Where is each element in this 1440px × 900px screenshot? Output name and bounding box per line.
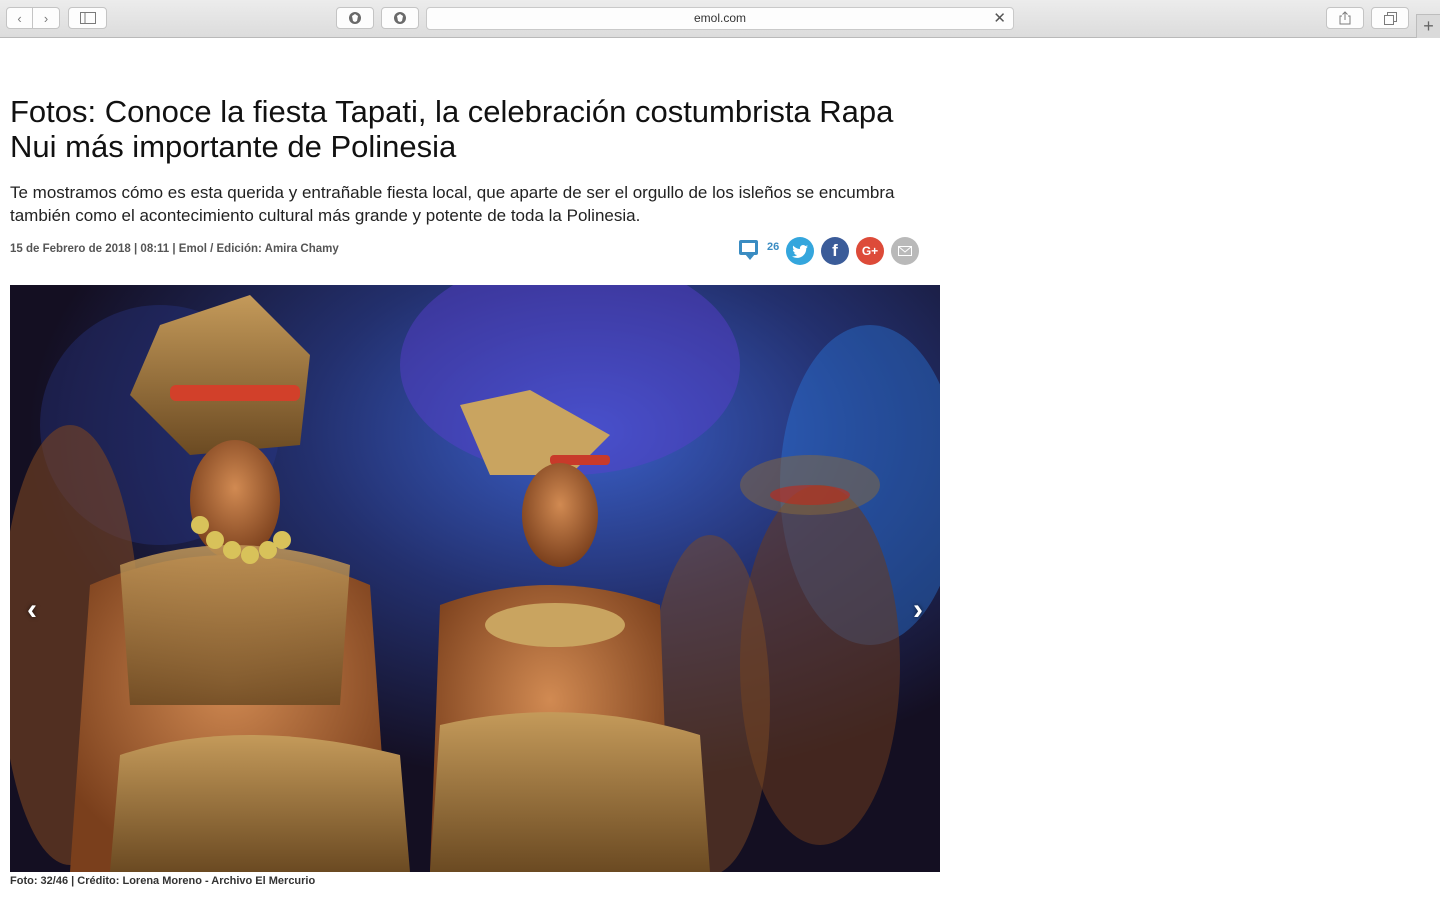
browser-toolbar: ‹ › emol.com ✕ +: [0, 0, 1440, 38]
gallery-prev-button[interactable]: ‹: [12, 590, 52, 630]
chevron-right-icon: ›: [913, 593, 923, 626]
forward-icon: ›: [43, 10, 49, 26]
comment-count: 26: [767, 241, 780, 253]
comment-icon-tail: [745, 254, 755, 260]
tabs-overview-button[interactable]: [1371, 7, 1409, 29]
facebook-share-button[interactable]: f: [821, 237, 849, 265]
article-lead: Te mostramos cómo es esta querida y entr…: [10, 183, 895, 225]
comment-icon: [739, 240, 758, 255]
share-icon: [1339, 11, 1351, 25]
sidebar-icon: [79, 12, 96, 24]
comments-button[interactable]: 26: [738, 237, 780, 265]
email-share-button[interactable]: [891, 237, 919, 265]
back-icon: ‹: [17, 10, 22, 26]
chevron-left-icon: ‹: [27, 593, 37, 626]
extension-button-2[interactable]: [381, 7, 419, 29]
googleplus-share-button[interactable]: G+: [856, 237, 884, 265]
new-tab-button[interactable]: +: [1416, 14, 1440, 38]
shield-icon: [349, 12, 361, 24]
facebook-icon: f: [832, 241, 838, 260]
dancers-photo: [10, 285, 940, 872]
forward-button[interactable]: ›: [33, 7, 60, 29]
share-button[interactable]: [1326, 7, 1364, 29]
mail-icon: [898, 246, 912, 256]
back-button[interactable]: ‹: [6, 7, 33, 29]
gallery-photo: ‹ ›: [10, 285, 940, 872]
photo-caption: Foto: 32/46 | Crédito: Lorena Moreno - A…: [10, 875, 316, 887]
navigation-buttons: ‹ ›: [6, 7, 60, 29]
clear-url-icon[interactable]: ✕: [993, 8, 1006, 29]
shield-icon: [394, 12, 406, 24]
address-bar[interactable]: emol.com ✕: [426, 7, 1014, 30]
tabs-icon: [1383, 11, 1397, 25]
gallery-next-button[interactable]: ›: [898, 590, 938, 630]
url-text: emol.com: [693, 11, 746, 25]
article-title: Fotos: Conoce la fiesta Tapati, la celeb…: [10, 94, 894, 164]
extension-button-1[interactable]: [336, 7, 374, 29]
social-bar: 26 f G+: [738, 237, 919, 265]
sidebar-button[interactable]: [68, 7, 107, 29]
twitter-icon: [792, 244, 808, 258]
article-meta: 15 de Febrero de 2018 | 08:11 | Emol / E…: [10, 243, 339, 255]
googleplus-icon: G+: [861, 244, 879, 258]
twitter-share-button[interactable]: [786, 237, 814, 265]
plus-icon: +: [1423, 16, 1434, 36]
